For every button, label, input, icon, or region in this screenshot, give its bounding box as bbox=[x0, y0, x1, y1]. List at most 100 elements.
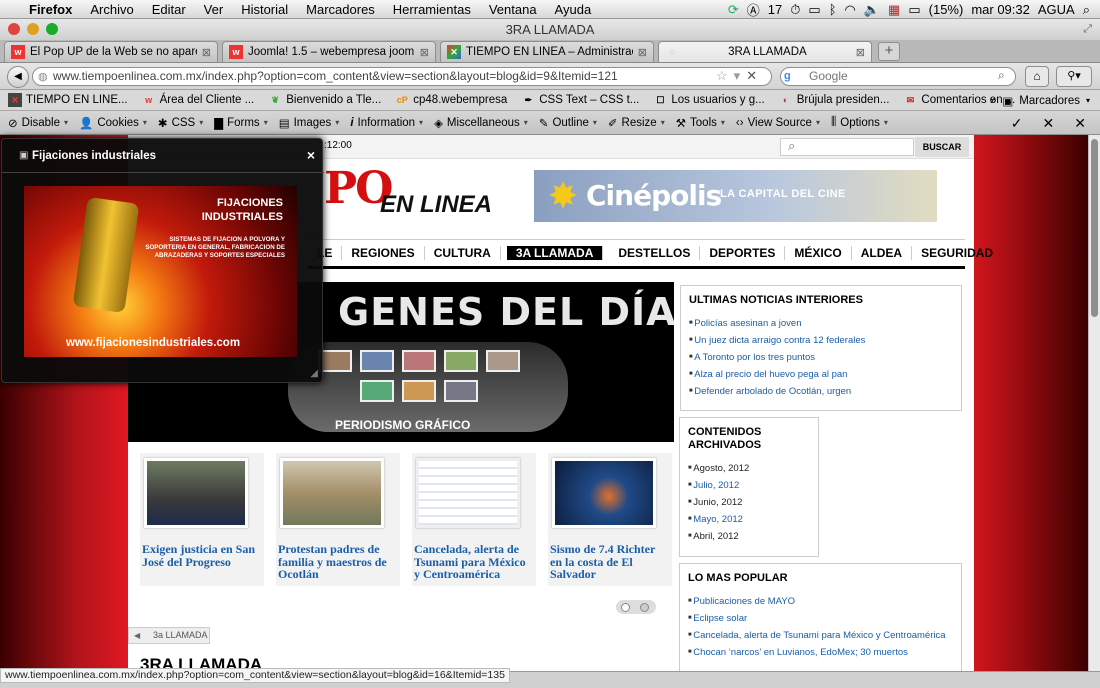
news-title[interactable]: Cancelada, alerta de Tsunami para México… bbox=[414, 543, 534, 581]
news-thumbnail[interactable] bbox=[144, 458, 248, 528]
news-thumbnail[interactable] bbox=[280, 458, 384, 528]
stop-icon[interactable]: ✕ bbox=[746, 68, 757, 84]
dev-misc-menu[interactable]: ◈ Miscellaneous ▾ bbox=[434, 116, 528, 130]
news-card[interactable]: Exigen justicia en San José del Progreso bbox=[140, 453, 264, 586]
adobe-icon[interactable]: Ⓐ bbox=[743, 0, 764, 19]
chevron-down-icon[interactable]: ▾ bbox=[1086, 96, 1090, 105]
back-button[interactable]: ◀ bbox=[7, 66, 29, 88]
flag-icon[interactable]: ▦ bbox=[884, 2, 904, 18]
close-window-icon[interactable] bbox=[8, 23, 20, 35]
fullscreen-icon[interactable]: ⤢ bbox=[1083, 19, 1092, 40]
nav-item[interactable]: ALDEA bbox=[852, 246, 913, 260]
close-toolbar-icon[interactable]: ✕ bbox=[1074, 115, 1086, 132]
nav-item[interactable]: REGIONES bbox=[342, 246, 425, 260]
home-button[interactable]: ⌂ bbox=[1025, 66, 1049, 87]
list-item[interactable]: Abril, 2012 bbox=[688, 528, 818, 545]
dev-resize-menu[interactable]: ✐ Resize ▾ bbox=[608, 116, 665, 130]
list-item[interactable]: Agosto, 2012 bbox=[688, 460, 818, 477]
menu-ayuda[interactable]: Ayuda bbox=[546, 2, 601, 17]
menu-ventana[interactable]: Ventana bbox=[480, 2, 546, 17]
bluetooth-icon[interactable]: ᛒ bbox=[825, 2, 841, 17]
dev-css-menu[interactable]: ✱ CSS ▾ bbox=[158, 116, 203, 130]
news-title[interactable]: Exigen justicia en San José del Progreso bbox=[142, 543, 262, 568]
cinepolis-banner[interactable]: ✸ Cinépolis LA CAPITAL DEL CINE bbox=[534, 170, 937, 222]
menu-app-name[interactable]: Firefox bbox=[20, 2, 81, 17]
list-item[interactable]: A Toronto por los tres puntos bbox=[689, 349, 961, 366]
popup-ad-image[interactable]: FIJACIONES INDUSTRIALES SISTEMAS DE FIJA… bbox=[24, 186, 297, 357]
news-card[interactable]: Protestan padres de familia y maestros d… bbox=[276, 453, 400, 586]
close-tab-icon[interactable]: ⊠ bbox=[856, 46, 865, 59]
dev-disable-menu[interactable]: ⊘ Disable ▾ bbox=[8, 116, 68, 130]
site-search-button[interactable]: BUSCAR bbox=[915, 137, 969, 157]
notification-count[interactable]: 17 bbox=[764, 2, 786, 17]
list-item[interactable]: Mayo, 2012 bbox=[688, 511, 818, 528]
nav-item[interactable]: SEGURIDAD bbox=[912, 246, 1002, 260]
news-title[interactable]: Sismo de 7.4 Richter en la costa de El S… bbox=[550, 543, 670, 581]
breadcrumb[interactable]: 3a LLAMADA bbox=[128, 627, 210, 644]
volume-icon[interactable]: 🔈 bbox=[860, 2, 884, 18]
news-title[interactable]: Protestan padres de familia y maestros d… bbox=[278, 543, 398, 581]
list-item[interactable]: Eclipse solar bbox=[688, 610, 961, 627]
wifi-icon[interactable]: ◠ bbox=[841, 2, 860, 18]
resize-grip-icon[interactable]: ◢ bbox=[310, 368, 318, 379]
dev-images-menu[interactable]: ▤ Images ▾ bbox=[279, 116, 340, 130]
menu-editar[interactable]: Editar bbox=[143, 2, 195, 17]
tab-popup-help[interactable]: w El Pop UP de la Web se no apare... ⊠ bbox=[4, 41, 218, 62]
dev-viewsource-menu[interactable]: ‹› View Source ▾ bbox=[736, 117, 820, 129]
vertical-scrollbar[interactable] bbox=[1088, 135, 1100, 671]
zoom-window-icon[interactable] bbox=[46, 23, 58, 35]
dev-outline-menu[interactable]: ✎ Outline ▾ bbox=[539, 116, 597, 130]
search-input[interactable]: Google bbox=[780, 67, 1016, 86]
dev-cookies-menu[interactable]: 👤 Cookies ▾ bbox=[79, 116, 147, 130]
menu-herramientas[interactable]: Herramientas bbox=[384, 2, 480, 17]
nav-item[interactable]: MÉXICO bbox=[785, 246, 852, 260]
close-popup-button[interactable]: × bbox=[307, 147, 315, 163]
google-icon[interactable]: g bbox=[784, 70, 791, 82]
close-tab-icon[interactable]: ⊠ bbox=[202, 46, 211, 59]
spotlight-icon[interactable]: ⌕ bbox=[1079, 2, 1094, 18]
search-icon[interactable]: ⌕ bbox=[998, 68, 1005, 83]
error-x-icon[interactable]: ✕ bbox=[1043, 115, 1055, 132]
site-search-input[interactable] bbox=[780, 138, 914, 156]
time-machine-icon[interactable]: ⏱ bbox=[786, 2, 804, 18]
dev-tools-menu[interactable]: ⚒ Tools ▾ bbox=[676, 116, 725, 130]
list-item[interactable]: Publicaciones de MAYO bbox=[688, 593, 961, 610]
list-item[interactable]: Chocan ‘narcos’ en Luvianos, EdoMex; 30 … bbox=[688, 644, 961, 661]
addon-button[interactable]: ⚲▾ bbox=[1056, 66, 1092, 87]
bookmark-item[interactable]: w Área del Cliente ... bbox=[142, 93, 254, 107]
bookmark-item[interactable]: ☐ Los usuarios y g... bbox=[653, 93, 764, 107]
site-logo-sub[interactable]: EN LINEA bbox=[380, 191, 492, 219]
bookmarks-menu-button[interactable]: Marcadores bbox=[1019, 95, 1080, 107]
tab-admin[interactable]: ✕ TIEMPO EN LINEA – Administrac... ⊠ bbox=[440, 41, 654, 62]
menu-archivo[interactable]: Archivo bbox=[81, 2, 142, 17]
nav-item[interactable]: DEPORTES bbox=[700, 246, 786, 260]
menu-historial[interactable]: Historial bbox=[232, 2, 297, 17]
clock[interactable]: mar 09:32 bbox=[967, 2, 1034, 17]
list-item[interactable]: Defender arbolado de Ocotlán, urgen bbox=[689, 383, 961, 400]
pager-dot-active[interactable] bbox=[640, 603, 649, 612]
dev-forms-menu[interactable]: ▇ Forms ▾ bbox=[214, 116, 267, 130]
menu-marcadores[interactable]: Marcadores bbox=[297, 2, 384, 17]
nav-item[interactable]: DESTELLOS bbox=[609, 246, 701, 260]
url-bar[interactable]: www.tiempoenlinea.com.mx/index.php?optio… bbox=[32, 67, 772, 86]
dev-options-menu[interactable]: ⫼ Options ▾ bbox=[831, 116, 888, 129]
bookmarks-chevron-icon[interactable]: » bbox=[990, 95, 996, 107]
menu-ver[interactable]: Ver bbox=[195, 2, 233, 17]
bookmark-item[interactable]: ✒ CSS Text – CSS t... bbox=[521, 93, 639, 107]
user-name[interactable]: AGUA bbox=[1034, 2, 1079, 17]
new-tab-button[interactable]: + bbox=[878, 42, 900, 61]
bookmark-star-icon[interactable]: ☆ bbox=[716, 68, 728, 84]
list-item[interactable]: Junio, 2012 bbox=[688, 494, 818, 511]
list-item[interactable]: Julio, 2012 bbox=[688, 477, 818, 494]
news-card[interactable]: Sismo de 7.4 Richter en la costa de El S… bbox=[548, 453, 672, 586]
tab-joomla[interactable]: w Joomla! 1.5 – webempresa joom... ⊠ bbox=[222, 41, 436, 62]
news-thumbnail[interactable] bbox=[416, 458, 520, 528]
news-card[interactable]: Cancelada, alerta de Tsunami para México… bbox=[412, 453, 536, 586]
news-thumbnail[interactable] bbox=[552, 458, 656, 528]
list-item[interactable]: Cancelada, alerta de Tsunami para México… bbox=[688, 627, 961, 644]
nav-item[interactable]: CULTURA bbox=[425, 246, 501, 260]
tab-3ra-llamada[interactable]: ◌ 3RA LLAMADA ⊠ bbox=[658, 41, 872, 62]
history-dropdown-icon[interactable]: ▾ bbox=[734, 68, 741, 84]
check-icon[interactable]: ✓ bbox=[1011, 115, 1023, 132]
list-item[interactable]: Alza al precio del huevo pega al pan bbox=[689, 366, 961, 383]
